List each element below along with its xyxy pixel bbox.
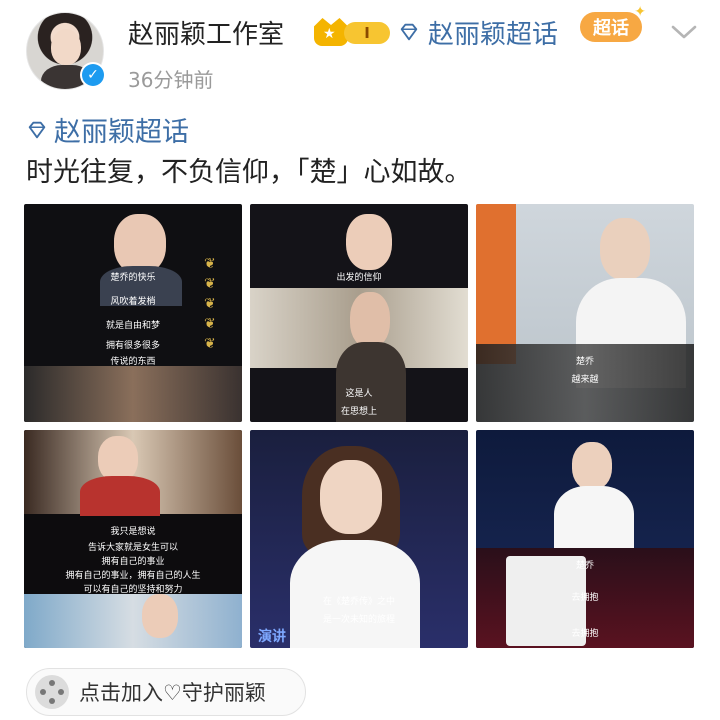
caption: 楚乔 [575, 561, 594, 571]
image-tile[interactable]: 楚乔 越来越 [476, 204, 694, 422]
chevron-down-icon[interactable] [668, 20, 700, 44]
caption: 可以有自己的坚持和努力 [83, 585, 183, 595]
supertopic-name: 赵丽颖超话 [428, 19, 559, 50]
caption: 在思想上 [340, 407, 377, 417]
caption: 是一次未知的旅程 [322, 615, 395, 625]
portrait [114, 214, 166, 274]
image-tile[interactable]: 楚乔的快乐 风吹着发梢 就是自由和梦 拥有很多很多 传说的东西 ❦ ❦ ❦ ❦ ❦ [24, 204, 242, 422]
post-time: 36分钟前 [128, 68, 214, 92]
caption: 告诉大家就是女生可以 [87, 543, 178, 553]
supertopic-tag[interactable]: 赵丽颖超话 [26, 110, 189, 149]
chaohua-label: 超话 [580, 12, 642, 42]
caption: 在《楚乔传》之中 [322, 597, 395, 607]
caption: 去拥抱 [571, 629, 599, 639]
vip-level: I [344, 22, 390, 44]
username[interactable]: 赵丽颖工作室 [128, 14, 284, 51]
caption: 越来越 [571, 375, 599, 385]
portrait [346, 214, 392, 270]
verified-icon: ✓ [80, 62, 106, 88]
group-icon [35, 675, 69, 709]
image-tile[interactable]: 在《楚乔传》之中 是一次未知的旅程 演讲 [250, 430, 468, 648]
post-content: 时光往复，不负信仰，「楚」心如故。 [26, 157, 472, 188]
join-guard-button[interactable]: 点击加入♡守护丽颖 [26, 668, 306, 716]
caption: 楚乔 [575, 357, 594, 367]
diamond-icon [400, 23, 418, 41]
portrait [554, 486, 634, 556]
avatar-face [51, 29, 81, 65]
decorative-glyphs: ❦ ❦ ❦ ❦ ❦ [204, 256, 216, 352]
caption: 去拥抱 [571, 593, 599, 603]
post-header: ✓ 赵丽颖工作室 ★ I 赵丽颖超话 超话 ✦ 36分钟前 [0, 0, 720, 100]
caption: 这是人 [345, 389, 373, 399]
star-icon: ★ [323, 26, 336, 42]
sparkle-icon: ✦ [634, 4, 646, 20]
photo-strip [24, 594, 242, 648]
vip-badge[interactable]: ★ I [314, 18, 390, 46]
image-tile[interactable]: 出发的信仰 这是人 在思想上 [250, 204, 468, 422]
portrait [142, 594, 178, 638]
portrait [80, 476, 160, 516]
photo-strip [24, 366, 242, 422]
photo-strip [476, 204, 516, 364]
caption: 拥有自己的事业，拥有自己的人生 [65, 571, 201, 581]
caption: 出发的信仰 [336, 273, 382, 283]
caption: 我只是想说 [110, 527, 156, 537]
supertopic-link-header[interactable]: 赵丽颖超话 [398, 16, 559, 50]
image-tile[interactable]: 我只是想说 告诉大家就是女生可以 拥有自己的事业 拥有自己的事业，拥有自己的人生… [24, 430, 242, 648]
image-tile[interactable]: 楚乔 去拥抱 去拥抱 [476, 430, 694, 648]
portrait [572, 442, 612, 490]
portrait [350, 292, 390, 348]
stage-text: 演讲 [258, 629, 286, 645]
image-grid: 楚乔的快乐 风吹着发梢 就是自由和梦 拥有很多很多 传说的东西 ❦ ❦ ❦ ❦ ❦ 出发… [24, 204, 694, 648]
join-guard-label: 点击加入♡守护丽颖 [79, 681, 266, 705]
supertopic-tag-label: 赵丽颖超话 [54, 117, 189, 148]
diamond-icon [28, 121, 46, 138]
caption: 传说的东西 [110, 357, 156, 367]
portrait [320, 460, 382, 534]
chaohua-badge[interactable]: 超话 ✦ [580, 4, 646, 48]
caption: 拥有自己的事业 [101, 557, 165, 567]
portrait [600, 218, 650, 280]
